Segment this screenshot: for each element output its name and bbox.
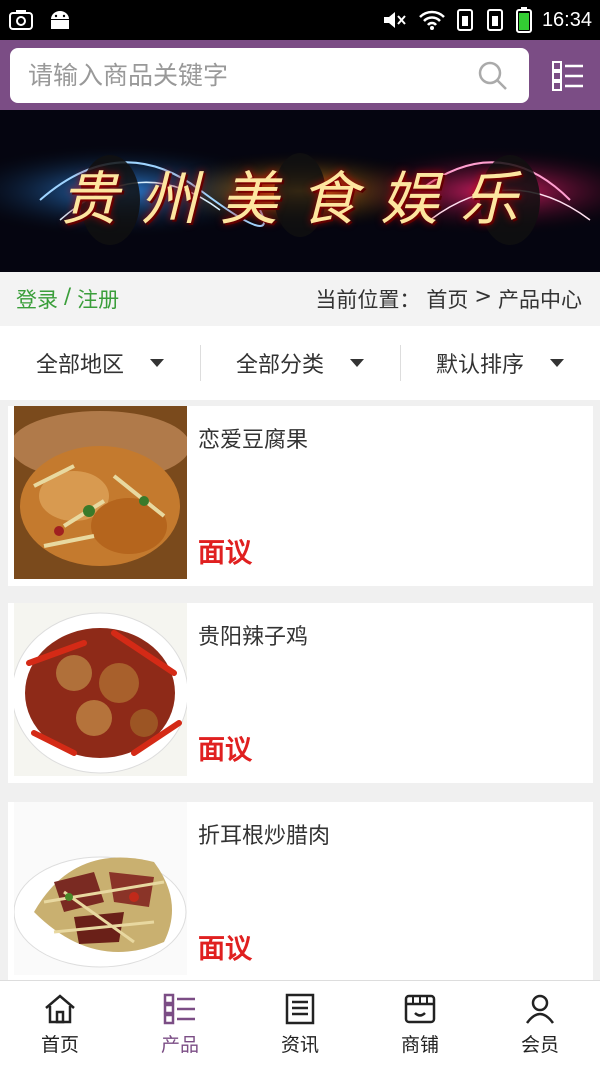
search-header bbox=[0, 40, 600, 110]
news-icon bbox=[283, 992, 317, 1026]
nav-news[interactable]: 资讯 bbox=[240, 981, 360, 1067]
status-time: 16:34 bbox=[541, 8, 592, 31]
status-bar: 16:34 bbox=[0, 0, 600, 40]
breadcrumb: 当前位置： 首页 > 产品中心 bbox=[315, 284, 582, 314]
banner[interactable]: 贵州美食娱乐 bbox=[0, 110, 600, 272]
filter-category[interactable]: 全部分类 bbox=[200, 345, 400, 381]
product-image[interactable] bbox=[14, 802, 187, 975]
breadcrumb-home[interactable]: 首页 bbox=[426, 284, 468, 314]
nav-stores[interactable]: 商铺 bbox=[360, 981, 480, 1067]
product-card[interactable]: 贵阳辣子鸡 面议 bbox=[8, 603, 593, 783]
wifi-icon bbox=[419, 10, 445, 30]
grid-list-icon bbox=[552, 61, 583, 91]
product-card[interactable]: 折耳根炒腊肉 面议 bbox=[8, 802, 593, 980]
search-box[interactable] bbox=[10, 48, 529, 103]
home-icon bbox=[43, 992, 77, 1026]
product-name[interactable]: 恋爱豆腐果 bbox=[198, 422, 308, 454]
nav-home[interactable]: 首页 bbox=[0, 981, 120, 1067]
product-price: 面议 bbox=[198, 538, 252, 569]
nav-home-label: 首页 bbox=[40, 1033, 79, 1056]
nav-news-label: 资讯 bbox=[280, 1033, 319, 1056]
category-menu-button[interactable] bbox=[550, 58, 586, 94]
link-separator: / bbox=[64, 284, 72, 308]
filter-region-label: 全部地区 bbox=[35, 353, 124, 378]
mute-icon bbox=[383, 12, 406, 28]
product-card[interactable]: 恋爱豆腐果 面议 bbox=[8, 406, 593, 586]
product-list: 恋爱豆腐果 面议 贵阳辣子鸡 面议 折耳根炒腊肉 面议 bbox=[0, 400, 600, 980]
login-register-links: 登录 / 注册 bbox=[16, 284, 119, 314]
banner-title: 贵州美食娱乐 bbox=[59, 165, 540, 233]
screenshot-icon bbox=[9, 10, 33, 30]
search-icon[interactable] bbox=[475, 58, 511, 94]
product-price: 面议 bbox=[198, 735, 252, 766]
filter-sort-label: 默认排序 bbox=[435, 353, 524, 378]
login-link[interactable]: 登录 bbox=[16, 284, 58, 314]
product-name[interactable]: 折耳根炒腊肉 bbox=[198, 818, 330, 850]
filter-region[interactable]: 全部地区 bbox=[0, 345, 200, 381]
filter-sort[interactable]: 默认排序 bbox=[400, 345, 600, 381]
caret-down-icon bbox=[350, 359, 364, 367]
product-image[interactable] bbox=[14, 406, 187, 579]
nav-stores-label: 商铺 bbox=[400, 1033, 439, 1056]
caret-down-icon bbox=[150, 359, 164, 367]
register-link[interactable]: 注册 bbox=[77, 284, 119, 314]
filter-category-label: 全部分类 bbox=[235, 353, 324, 378]
filter-bar: 全部地区 全部分类 默认排序 bbox=[0, 326, 600, 400]
nav-products[interactable]: 产品 bbox=[120, 981, 240, 1067]
breadcrumb-current: 产品中心 bbox=[498, 288, 582, 312]
breadcrumb-bar: 登录 / 注册 当前位置： 首页 > 产品中心 bbox=[0, 272, 600, 326]
sim-signal-2-icon bbox=[486, 9, 503, 31]
product-image[interactable] bbox=[14, 603, 187, 776]
battery-icon bbox=[515, 7, 532, 33]
nav-member[interactable]: 会员 bbox=[480, 981, 600, 1067]
nav-member-label: 会员 bbox=[520, 1033, 559, 1056]
caret-down-icon bbox=[550, 359, 564, 367]
store-icon bbox=[403, 992, 437, 1026]
product-name[interactable]: 贵阳辣子鸡 bbox=[198, 619, 308, 651]
product-price: 面议 bbox=[198, 934, 252, 965]
user-icon bbox=[523, 992, 557, 1026]
breadcrumb-arrow: > bbox=[474, 284, 492, 308]
search-input[interactable] bbox=[28, 61, 475, 90]
nav-products-label: 产品 bbox=[160, 1033, 199, 1056]
bottom-nav: 首页 产品 资讯 商铺 会员 bbox=[0, 980, 600, 1067]
sim-signal-icon bbox=[456, 9, 473, 31]
location-label: 当前位置： bbox=[315, 288, 421, 312]
android-icon bbox=[51, 11, 69, 29]
grid-list-icon bbox=[163, 992, 197, 1026]
